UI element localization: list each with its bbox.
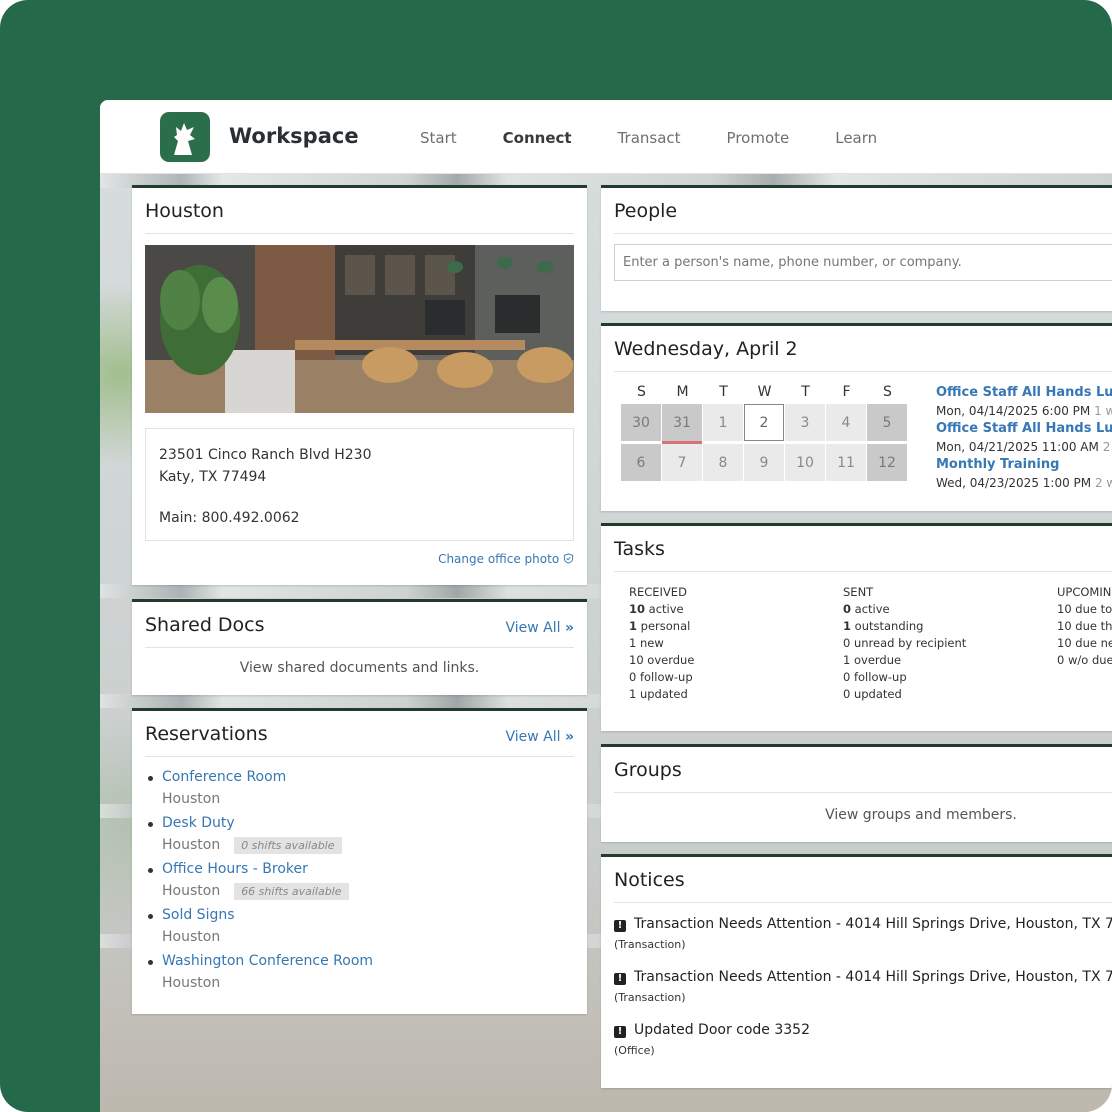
shared-docs-title: Shared Docs <box>145 614 265 636</box>
brand-name[interactable]: Workspace <box>229 124 359 148</box>
people-search-input[interactable] <box>614 244 1112 281</box>
reservation-location: Houston <box>162 791 221 807</box>
nav-learn[interactable]: Learn <box>835 129 877 147</box>
calendar-day[interactable]: 31 <box>662 404 702 444</box>
groups-text[interactable]: View groups and members. <box>601 807 1112 823</box>
address-line-1: 23501 Cinco Ranch Blvd H230 <box>159 447 372 463</box>
reservations-title: Reservations <box>145 723 268 745</box>
calendar-panel: Wednesday, April 2 S M T W T F S 30 31 1… <box>601 323 1112 511</box>
office-photo <box>145 245 574 413</box>
office-title: Houston <box>145 200 224 222</box>
event-time: Mon, 04/14/2025 6:00 PM 1 wk <box>936 404 1112 418</box>
event-time: Mon, 04/21/2025 11:00 AM 2 wk <box>936 440 1112 454</box>
tasks-title: Tasks <box>614 538 665 560</box>
calendar-day[interactable]: 1 <box>703 404 743 441</box>
main-nav: Start Connect Transact Promote Learn <box>420 129 923 147</box>
calendar-day[interactable]: 7 <box>662 444 702 481</box>
reservation-location: Houston <box>162 883 221 899</box>
app-window: Workspace Start Connect Transact Promote… <box>100 100 1112 1112</box>
exclamation-icon: ! <box>614 973 626 985</box>
nav-promote[interactable]: Promote <box>727 129 790 147</box>
reservation-link[interactable]: Sold Signs <box>162 907 582 926</box>
reservation-location: Houston <box>162 929 221 945</box>
top-bar: Workspace Start Connect Transact Promote… <box>100 100 1112 174</box>
calendar-day[interactable]: 8 <box>703 444 743 481</box>
groups-panel: Groups View groups and members. <box>601 744 1112 842</box>
calendar-weekdays: S M T W T F S <box>637 384 892 400</box>
office-address-box: 23501 Cinco Ranch Blvd H230 Katy, TX 774… <box>145 428 574 541</box>
reservations-panel: Reservations View All » Conference Room … <box>132 708 587 1014</box>
reservation-link[interactable]: Office Hours - Broker <box>162 861 582 880</box>
reservation-location: Houston <box>162 975 221 991</box>
change-office-photo-link[interactable]: Change office photo <box>438 552 574 566</box>
nav-start[interactable]: Start <box>420 129 457 147</box>
reservation-link[interactable]: Desk Duty <box>162 815 582 834</box>
calendar-day[interactable]: 9 <box>744 444 784 481</box>
tasks-sent-column[interactable]: SENT 0 active 1 outstanding 0 unread by … <box>843 584 1057 703</box>
nav-transact[interactable]: Transact <box>618 129 681 147</box>
calendar-day[interactable]: 10 <box>785 444 825 481</box>
list-item: Washington Conference Room Houston <box>148 953 582 999</box>
notice-item[interactable]: ! Transaction Needs Attention - 4014 Hill… <box>614 916 1112 951</box>
calendar-day[interactable]: 3 <box>785 404 825 441</box>
double-chevron-right-icon: » <box>564 620 574 636</box>
reservation-link[interactable]: Conference Room <box>162 769 582 788</box>
nav-connect[interactable]: Connect <box>503 129 572 147</box>
exclamation-icon: ! <box>614 920 626 932</box>
groups-title: Groups <box>614 759 682 781</box>
shared-docs-view-all-link[interactable]: View All » <box>505 620 574 636</box>
event-link[interactable]: Office Staff All Hands Lunch <box>936 420 1112 438</box>
calendar-day[interactable]: 11 <box>826 444 866 481</box>
reservation-link[interactable]: Washington Conference Room <box>162 953 582 972</box>
people-panel: People <box>601 185 1112 311</box>
notice-item[interactable]: ! Updated Door code 3352 (Office) <box>614 1022 1112 1057</box>
calendar-day[interactable]: 12 <box>867 444 907 481</box>
calendar-day[interactable]: 5 <box>867 404 907 441</box>
list-item: Desk Duty Houston 0 shifts available <box>148 815 582 861</box>
shield-check-icon <box>563 552 574 566</box>
people-title: People <box>614 200 678 222</box>
reservation-location: Houston <box>162 837 221 853</box>
shifts-badge: 66 shifts available <box>234 883 349 900</box>
tasks-upcoming-column[interactable]: UPCOMING 10 due today 10 due this 10 due… <box>1057 584 1112 703</box>
event-link[interactable]: Monthly Training <box>936 456 1112 474</box>
reservations-view-all-link[interactable]: View All » <box>505 729 574 745</box>
list-item: Office Hours - Broker Houston 66 shifts a… <box>148 861 582 907</box>
list-item: Sold Signs Houston <box>148 907 582 953</box>
reservations-list: Conference Room Houston Desk Duty Housto… <box>148 769 582 999</box>
calendar-day-today[interactable]: 2 <box>744 404 784 441</box>
calendar-title: Wednesday, April 2 <box>614 338 798 360</box>
event-list: Office Staff All Hands Lunch Mon, 04/14/… <box>936 384 1112 492</box>
address-line-2: Katy, TX 77494 <box>159 469 267 485</box>
notices-title: Notices <box>614 869 685 891</box>
event-time: Wed, 04/23/2025 1:00 PM 2 wks <box>936 476 1112 490</box>
office-phone: Main: 800.492.0062 <box>159 510 300 526</box>
exclamation-icon: ! <box>614 1026 626 1038</box>
mini-calendar: S M T W T F S 30 31 1 2 3 4 5 6 7 8 9 10… <box>621 384 908 483</box>
event-link[interactable]: Office Staff All Hands Lunch <box>936 384 1112 402</box>
shared-docs-text[interactable]: View shared documents and links. <box>132 660 587 676</box>
tasks-received-column[interactable]: RECEIVED 10 active 1 personal 1 new 10 o… <box>629 584 843 703</box>
shared-docs-panel: Shared Docs View All » View shared docum… <box>132 599 587 695</box>
office-panel: Houston 23501 Cinco Ranch Blvd H230 Katy… <box>132 185 587 585</box>
outer-frame: Workspace Start Connect Transact Promote… <box>0 0 1112 1112</box>
calendar-day[interactable]: 4 <box>826 404 866 441</box>
calendar-day[interactable]: 30 <box>621 404 661 441</box>
double-chevron-right-icon: » <box>564 729 574 745</box>
wolf-logo-icon[interactable] <box>160 112 210 162</box>
calendar-day[interactable]: 6 <box>621 444 661 481</box>
list-item: Conference Room Houston <box>148 769 582 815</box>
notices-panel: Notices ! Transaction Needs Attention - 4… <box>601 854 1112 1088</box>
tasks-panel: Tasks RECEIVED 10 active 1 personal 1 ne… <box>601 523 1112 731</box>
notice-item[interactable]: ! Transaction Needs Attention - 4014 Hill… <box>614 969 1112 1004</box>
task-summary: RECEIVED 10 active 1 personal 1 new 10 o… <box>629 584 1112 703</box>
shifts-badge: 0 shifts available <box>234 837 342 854</box>
